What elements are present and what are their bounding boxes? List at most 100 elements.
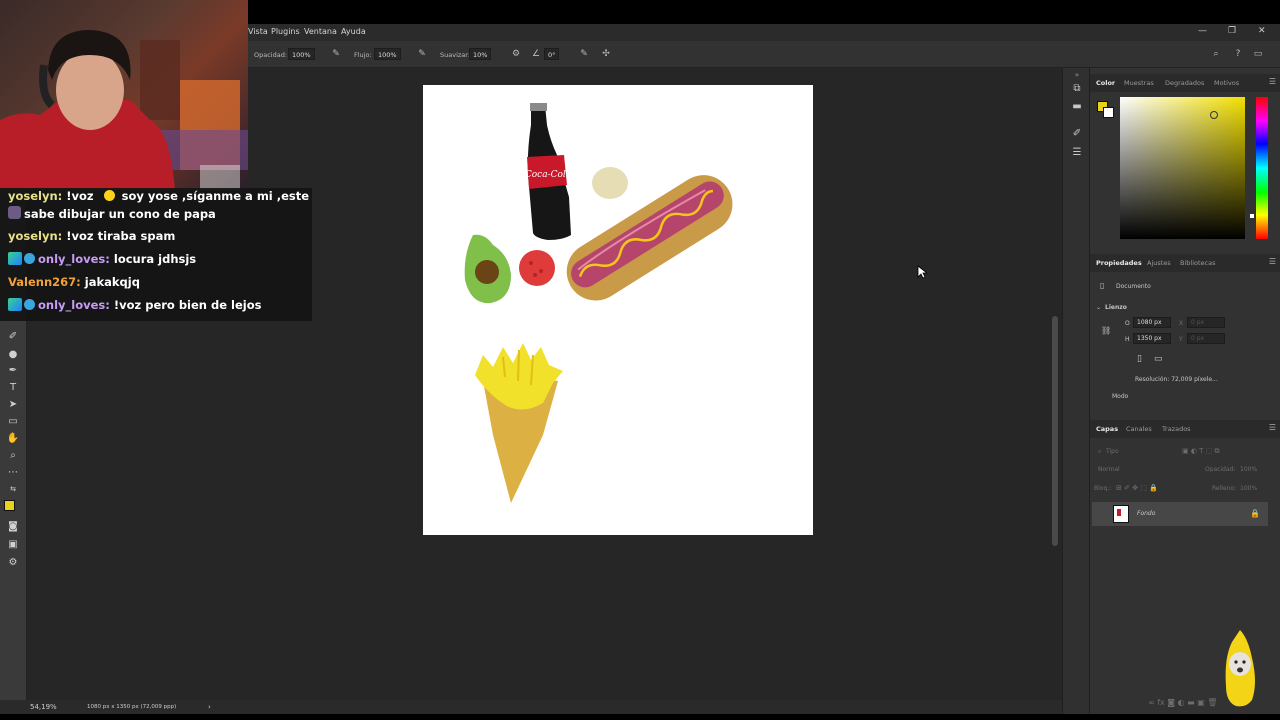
more-tools-icon[interactable]: ⋯ <box>6 466 20 480</box>
color-picker-handle[interactable] <box>1210 111 1218 119</box>
menu-ventana[interactable]: Ventana <box>304 27 337 36</box>
layer-thumbnail <box>1113 505 1129 523</box>
landscape-icon[interactable]: ▭ <box>1154 354 1163 364</box>
chat-username: yoselyn <box>8 189 58 203</box>
link-icon[interactable]: ⛓ <box>1101 326 1111 335</box>
zoom-tool-icon[interactable]: ⌕ <box>6 449 20 463</box>
brush-settings-icon[interactable]: ✐ <box>1070 127 1084 141</box>
tab-color[interactable]: Color <box>1096 79 1115 87</box>
swap-colors-icon[interactable]: ⇆ <box>6 482 20 496</box>
panel-menu-icon[interactable]: ☰ <box>1269 77 1276 86</box>
opacity-label: Opacidad: <box>254 51 288 59</box>
symmetry-icon[interactable]: ✣ <box>600 48 612 60</box>
screen-mode-icon[interactable]: ▣ <box>6 538 20 552</box>
menu-vista[interactable]: Vista <box>248 27 268 36</box>
smoothing-label: Suavizar: <box>440 51 471 59</box>
quick-mask-icon[interactable]: ◙ <box>6 520 20 534</box>
filter-search-icon: ⌕ <box>1098 448 1102 455</box>
chat-text-continued: soy yose ,síganme a mi ,este <box>117 189 310 203</box>
rectangle-tool-icon[interactable]: ▭ <box>6 415 20 429</box>
mouse-cursor <box>917 265 927 279</box>
close-button[interactable]: ✕ <box>1258 26 1266 36</box>
tab-libraries[interactable]: Bibliotecas <box>1180 259 1215 267</box>
flow-label: Flujo: <box>354 51 372 59</box>
history-icon[interactable]: ⧉ <box>1070 82 1084 96</box>
layer-opacity-label: Opacidad: <box>1205 466 1236 473</box>
height-field[interactable]: 1350 px <box>1133 333 1171 344</box>
zoom-level[interactable]: 54,19% <box>30 703 57 711</box>
workspace-icon[interactable]: ▭ <box>1252 48 1264 60</box>
bottle-label: Coca-Cola <box>525 170 571 180</box>
tab-gradients[interactable]: Degradados <box>1165 79 1204 87</box>
hand-tool-icon[interactable]: ✋ <box>6 432 20 446</box>
layer-filter-input[interactable]: Tipo <box>1106 448 1119 455</box>
tab-swatches[interactable]: Muestras <box>1124 79 1154 87</box>
dodge-tool-icon[interactable]: ● <box>6 348 20 362</box>
chevron-down-icon[interactable]: ⌄ <box>1096 304 1101 311</box>
pressure-size-icon[interactable]: ✎ <box>578 48 590 60</box>
tab-properties[interactable]: Propiedades <box>1096 259 1142 267</box>
canvas-section-title[interactable]: Lienzo <box>1105 304 1127 311</box>
chat-colon: : <box>105 252 114 266</box>
tab-layers[interactable]: Capas <box>1096 425 1118 433</box>
document-canvas[interactable]: Coca-Cola <box>423 85 813 535</box>
pressure-opacity-icon[interactable]: ✎ <box>330 48 342 60</box>
color-saturation-field[interactable] <box>1120 97 1245 239</box>
layer-footer-icons[interactable]: ∞ fx ◙ ◐ ▬ ▣ 🗑 <box>1148 698 1218 707</box>
flow-value[interactable]: 100% <box>374 48 401 60</box>
angle-value[interactable]: 0° <box>544 48 560 60</box>
help-icon[interactable]: ? <box>1232 48 1244 60</box>
chat-text: jakakqjq <box>84 275 140 289</box>
foreground-color-swatch[interactable] <box>4 500 15 511</box>
layer-row-fondo[interactable]: Fondo 🔒 <box>1092 502 1268 526</box>
airbrush-icon[interactable]: ✎ <box>416 48 428 60</box>
properties-panel-tabs: Propiedades Ajustes Bibliotecas ☰ <box>1090 254 1280 272</box>
tab-adjustments[interactable]: Ajustes <box>1147 259 1171 267</box>
chat-colon: : <box>57 229 67 243</box>
hue-slider[interactable] <box>1256 97 1268 239</box>
path-selection-icon[interactable]: ➤ <box>6 398 20 412</box>
angle-icon: ∠ <box>531 49 541 59</box>
lock-icons: ⊞ ✐ ✥ ⬚ 🔒 <box>1116 484 1158 492</box>
menu-plugins[interactable]: Plugins <box>271 27 300 36</box>
color-panel-tabs: Color Muestras Degradados Motivos ☰ <box>1090 74 1280 92</box>
status-bar: 54,19% 1080 px x 1350 px (72,009 ppp) › <box>0 700 1062 714</box>
smoothing-value[interactable]: 10% <box>469 48 492 60</box>
chat-message-3: only_loves: locura jdhsjs <box>8 252 196 266</box>
panel-menu-icon[interactable]: ☰ <box>1269 423 1276 432</box>
portrait-icon[interactable]: ▯ <box>1137 354 1142 364</box>
chat-text: !voz <box>66 189 94 203</box>
adjustments-icon[interactable]: ☰ <box>1070 146 1084 160</box>
width-field[interactable]: 1080 px <box>1133 317 1171 328</box>
y-label: Y <box>1179 336 1183 343</box>
menu-ayuda[interactable]: Ayuda <box>341 27 366 36</box>
cube-badge-icon <box>24 253 35 264</box>
filter-kind-icons[interactable]: ▣ ◐ T ⬚ ⧉ <box>1182 447 1220 456</box>
layer-row-lock-icon[interactable]: 🔒 <box>1250 509 1260 518</box>
status-arrow-icon[interactable]: › <box>208 703 211 711</box>
fill-value: 100% <box>1240 485 1258 492</box>
tab-patterns[interactable]: Motivos <box>1214 79 1239 87</box>
type-tool-icon[interactable]: T <box>6 381 20 395</box>
gear-icon[interactable]: ⚙ <box>510 48 522 60</box>
maximize-button[interactable]: ❐ <box>1228 26 1236 36</box>
layer-opacity-value: 100% <box>1240 466 1258 473</box>
tab-paths[interactable]: Trazados <box>1162 425 1191 433</box>
tab-channels[interactable]: Canales <box>1126 425 1152 433</box>
comment-icon[interactable]: ▬ <box>1070 100 1084 114</box>
minimize-button[interactable]: — <box>1198 26 1207 36</box>
color-panel-background-swatch[interactable] <box>1103 107 1114 118</box>
collapse-icon[interactable]: » <box>1070 68 1084 82</box>
x-field: 0 px <box>1187 317 1225 328</box>
pen-tool-icon[interactable]: ✒ <box>6 364 20 378</box>
opacity-value[interactable]: 100% <box>288 48 315 60</box>
webcam-overlay <box>0 0 248 190</box>
panel-menu-icon[interactable]: ☰ <box>1269 257 1276 266</box>
edit-toolbar-icon[interactable]: ⚙ <box>6 556 20 570</box>
height-label: H <box>1125 336 1130 343</box>
vertical-scrollbar[interactable] <box>1052 316 1058 546</box>
menu-bar: Vista Plugins Ventana Ayuda — ❐ ✕ <box>248 24 1280 41</box>
hue-slider-handle[interactable] <box>1250 214 1254 218</box>
search-icon[interactable]: ⌕ <box>1210 48 1222 60</box>
brush-tool-icon[interactable]: ✐ <box>6 330 20 344</box>
